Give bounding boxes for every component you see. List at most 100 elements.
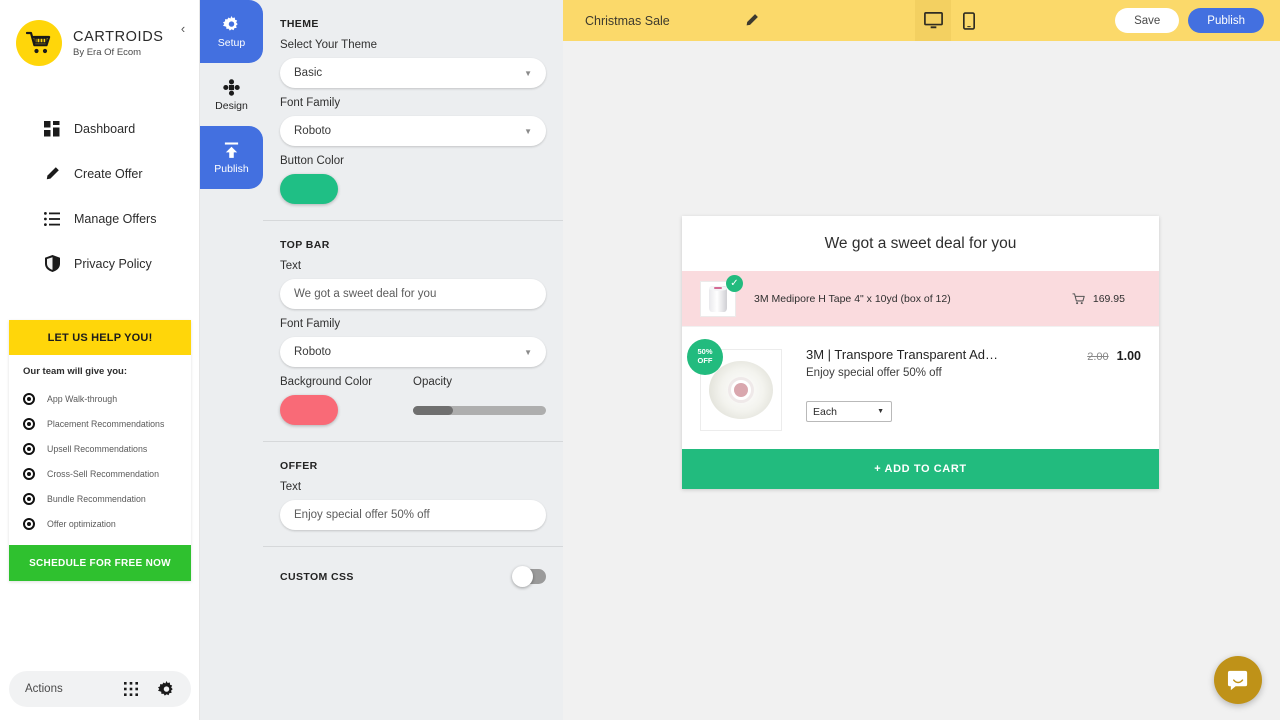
shield-icon	[43, 255, 61, 273]
chevron-down-icon: ▼	[877, 408, 884, 415]
promo-item-label: Placement Recommendations	[47, 418, 165, 429]
list-item: Bundle Recommendation	[23, 486, 177, 511]
opacity-slider-fill	[413, 406, 453, 415]
offer-item-details: 3M | Transpore Transparent Ad… Enjoy spe…	[806, 343, 1087, 431]
radio-dot-icon	[23, 517, 35, 530]
chevron-down-icon: ▼	[524, 347, 532, 357]
sidebar-item-create-offer[interactable]: Create Offer	[0, 151, 199, 196]
topbar-opacity-group: Opacity	[413, 367, 546, 415]
actions-bar[interactable]: Actions	[9, 671, 191, 707]
settings-panel: THEME Select Your Theme Basic ▼ Font Fam…	[263, 0, 563, 720]
list-icon	[43, 210, 61, 228]
actions-label: Actions	[25, 683, 63, 695]
brand-text: CARTROIDS By Era Of Ecom	[73, 29, 164, 58]
header-actions: Save Publish	[1115, 8, 1264, 33]
cart-item-price: 169.95	[1092, 292, 1125, 305]
publish-button[interactable]: Publish	[1188, 8, 1264, 33]
dashboard-grid-icon	[43, 120, 61, 138]
radio-dot-icon	[23, 417, 35, 430]
rail-tab-publish[interactable]: Publish	[200, 126, 263, 189]
schedule-free-button[interactable]: SCHEDULE FOR FREE NOW	[9, 545, 191, 581]
chat-bubble-icon[interactable]	[1214, 656, 1262, 704]
list-item: Upsell Recommendations	[23, 436, 177, 461]
promo-body: Our team will give you: App Walk-through…	[9, 355, 191, 545]
sidebar-item-manage-offers[interactable]: Manage Offers	[0, 196, 199, 241]
preview-heading: We got a sweet deal for you	[824, 234, 1017, 252]
offer-item-price-group: 2.00 1.00	[1087, 343, 1141, 431]
gear-icon[interactable]	[158, 680, 175, 698]
topbar-bg-swatch[interactable]	[280, 395, 338, 425]
topbar-font-label: Font Family	[280, 318, 341, 330]
offer-text-label: Text	[280, 481, 302, 493]
apps-grid-icon[interactable]	[122, 681, 139, 698]
rail-tab-design[interactable]: Design	[200, 63, 263, 126]
opacity-label: Opacity	[413, 376, 452, 388]
chevron-down-icon: ▼	[524, 126, 532, 136]
preview-area: Christmas Sale Save Publish We got a swe…	[563, 0, 1280, 720]
desktop-icon[interactable]	[915, 0, 952, 41]
rail-tab-label: Publish	[214, 163, 249, 175]
section-title: TOP BAR	[280, 239, 330, 251]
theme-font-label: Font Family	[280, 97, 341, 109]
discount-badge: 50% OFF	[687, 339, 723, 375]
radio-dot-icon	[23, 492, 35, 505]
brand-title: CARTROIDS	[73, 28, 164, 45]
offer-preview-card: We got a sweet deal for you ✓ 3M Medipor…	[682, 216, 1159, 489]
offer-text-input[interactable]: Enjoy special offer 50% off	[280, 500, 546, 530]
move-cross-icon	[223, 77, 240, 97]
tape-roll-graphic	[709, 285, 727, 312]
theme-font-select[interactable]: Roboto ▼	[280, 116, 546, 146]
promo-item-label: Offer optimization	[47, 518, 116, 529]
upload-icon	[223, 140, 240, 160]
section-title: THEME	[280, 18, 319, 30]
section-theme: THEME Select Your Theme Basic ▼ Font Fam…	[263, 0, 563, 220]
list-item: App Walk-through	[23, 386, 177, 411]
shopping-cart-icon	[16, 20, 62, 66]
promo-item-label: App Walk-through	[47, 393, 118, 404]
add-to-cart-button[interactable]: + ADD TO CART	[682, 449, 1159, 489]
offer-text-value: Enjoy special offer 50% off	[294, 509, 430, 521]
list-item: Placement Recommendations	[23, 411, 177, 436]
custom-css-toggle[interactable]	[512, 566, 546, 587]
promo-intro: Our team will give you:	[23, 366, 127, 377]
topbar-font-select[interactable]: Roboto ▼	[280, 337, 546, 367]
pencil-icon	[43, 165, 61, 183]
variant-select[interactable]: Each ▼	[806, 401, 892, 422]
opacity-slider[interactable]	[413, 406, 546, 415]
promo-item-label: Upsell Recommendations	[47, 443, 148, 454]
radio-dot-icon	[23, 392, 35, 405]
save-button[interactable]: Save	[1115, 8, 1180, 33]
cart-item-name: 3M Medipore H Tape 4" x 10yd (box of 12)	[754, 292, 951, 305]
pencil-icon[interactable]	[744, 13, 760, 29]
section-custom-css: CUSTOM CSS	[263, 546, 563, 600]
section-offer: OFFER Text Enjoy special offer 50% off	[263, 441, 563, 546]
app-root: CARTROIDS By Era Of Ecom ‹ Dashboard Cre…	[0, 0, 1280, 720]
topbar-text-input[interactable]: We got a sweet deal for you	[280, 279, 546, 309]
offer-item-old-price: 2.00	[1087, 351, 1109, 363]
brand-block: CARTROIDS By Era Of Ecom ‹	[0, 0, 199, 66]
offer-item-thumbnail: 50% OFF	[687, 339, 782, 431]
topbar-font-value: Roboto	[294, 346, 332, 358]
chevron-left-icon[interactable]: ‹	[175, 20, 191, 36]
topbar-bg-color-group: Background Color	[280, 367, 413, 425]
offer-item-subtitle: Enjoy special offer 50% off	[806, 367, 942, 379]
sidebar-item-label: Privacy Policy	[74, 256, 152, 271]
rail-tab-setup[interactable]: Setup	[200, 0, 263, 63]
discount-badge-label: OFF	[697, 356, 713, 365]
sidebar-item-privacy-policy[interactable]: Privacy Policy	[0, 241, 199, 286]
check-icon: ✓	[726, 274, 743, 292]
sidebar-item-dashboard[interactable]: Dashboard	[0, 106, 199, 151]
custom-css-row: CUSTOM CSS	[280, 565, 546, 587]
topbar-bg-label: Background Color	[280, 376, 373, 388]
sidebar-item-label: Create Offer	[74, 166, 143, 181]
button-color-label: Button Color	[280, 155, 344, 167]
section-title: OFFER	[280, 460, 318, 472]
section-top-bar: TOP BAR Text We got a sweet deal for you…	[263, 220, 563, 441]
theme-select[interactable]: Basic ▼	[280, 58, 546, 88]
gear-icon	[223, 14, 240, 34]
rail-tab-label: Setup	[217, 37, 246, 49]
mobile-icon[interactable]	[951, 0, 987, 41]
button-color-swatch[interactable]	[280, 174, 338, 204]
cart-item-thumbnail: ✓	[700, 274, 743, 317]
radio-dot-icon	[23, 442, 35, 455]
